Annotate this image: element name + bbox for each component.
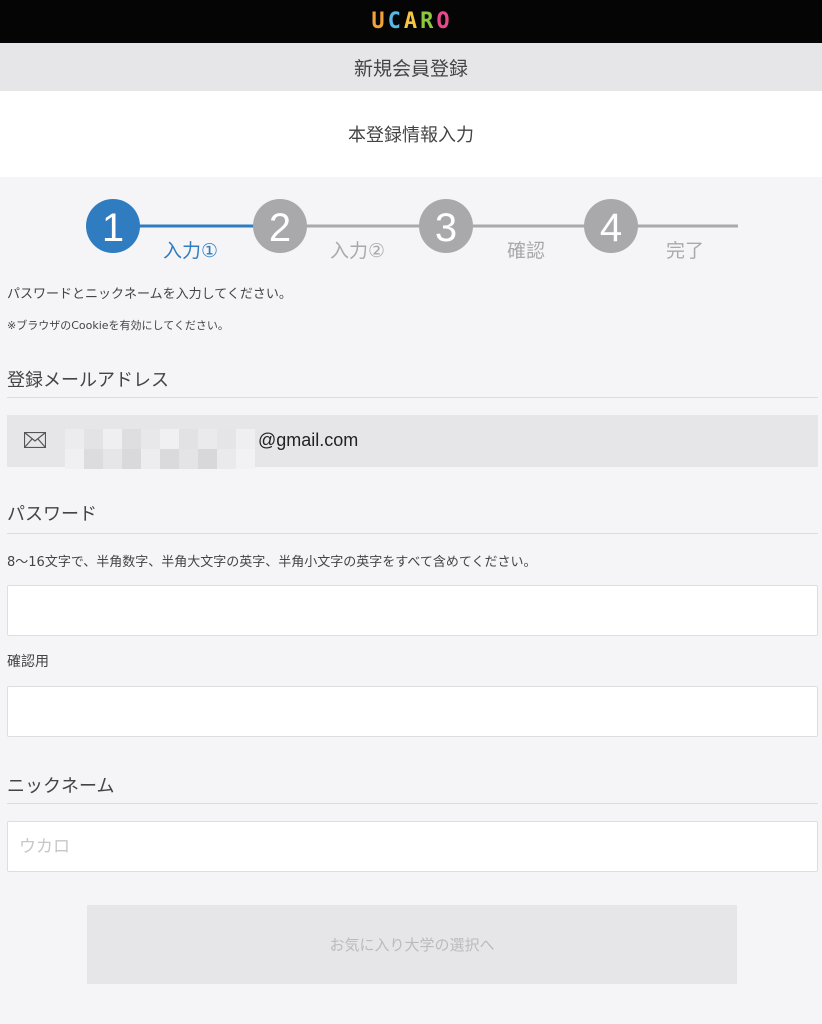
step-number-3: 3 — [435, 206, 457, 250]
password-input[interactable] — [7, 585, 818, 636]
email-domain: @gmail.com — [258, 430, 359, 450]
nickname-section-title: ニックネーム — [7, 776, 115, 797]
password-hint: 8～16文字で、半角数字、半角大文字の英字、半角小文字の英字をすべて含めてくださ… — [7, 555, 537, 570]
divider — [7, 533, 818, 534]
step-label-4: 完了 — [666, 240, 704, 262]
page-subtitle: 本登録情報入力 — [0, 91, 822, 177]
logo-letter: A — [403, 9, 419, 34]
redacted-email-local-part — [65, 429, 255, 469]
confirm-password-input[interactable] — [7, 686, 818, 737]
mail-icon — [24, 432, 46, 448]
confirm-password-label: 確認用 — [7, 654, 49, 670]
step-number-2: 2 — [269, 206, 291, 250]
registered-email-display: @gmail.com — [7, 415, 818, 469]
logo-letter: R — [420, 9, 435, 34]
step-label-3: 確認 — [507, 240, 545, 262]
email-section-title: 登録メールアドレス — [7, 370, 169, 391]
step-number-1: 1 — [102, 206, 124, 250]
progress-stepper: 1 2 3 4 入力① 入力② 確認 完了 — [86, 199, 738, 262]
cookie-note: ※ブラウザのCookieを有効にしてください。 — [7, 319, 229, 332]
password-section-title: パスワード — [7, 504, 97, 525]
ucaro-logo[interactable]: U C A R O — [371, 9, 450, 34]
instruction-text: パスワードとニックネームを入力してください。 — [7, 287, 292, 302]
logo-letter: C — [387, 9, 402, 34]
divider — [7, 397, 818, 398]
app-header: U C A R O — [0, 0, 822, 43]
nickname-input[interactable] — [7, 821, 818, 872]
step-label-2: 入力② — [330, 240, 385, 262]
logo-letter: U — [371, 9, 386, 34]
divider — [7, 803, 818, 804]
page-title: 新規会員登録 — [0, 43, 822, 91]
logo-letter: O — [436, 9, 451, 34]
step-number-4: 4 — [600, 206, 622, 250]
step-label-1: 入力① — [163, 240, 218, 262]
next-button[interactable]: お気に入り大学の選択へ — [87, 905, 737, 984]
